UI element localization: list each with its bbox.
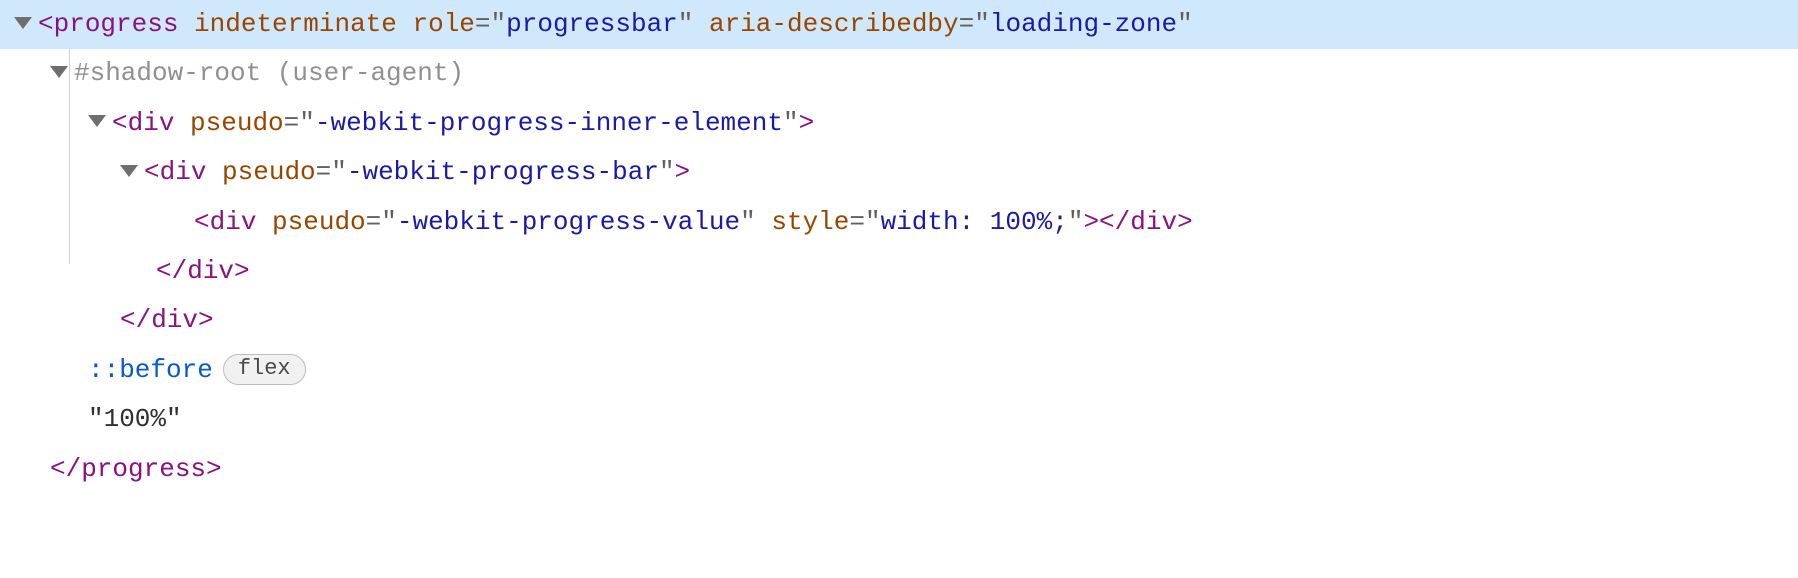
attr-name: pseudo: [272, 198, 366, 247]
tag-name: progress: [54, 0, 179, 49]
attr-name: role: [413, 0, 475, 49]
attr-value: loading-zone: [990, 0, 1177, 49]
dom-node-div-bar[interactable]: <div pseudo="-webkit-progress-bar">: [0, 148, 1798, 197]
disclosure-triangle-icon[interactable]: [88, 115, 106, 127]
attr-name: pseudo: [222, 148, 316, 197]
dom-node-div-inner[interactable]: <div pseudo="-webkit-progress-inner-elem…: [0, 99, 1798, 148]
tag-close: div: [1130, 198, 1177, 247]
tag-name: div: [210, 198, 257, 247]
dom-close-div[interactable]: </div>: [0, 247, 1798, 296]
tag-close: div: [151, 296, 198, 345]
text-node-content: "100%": [88, 395, 182, 444]
dom-node-progress[interactable]: <progress indeterminate role="progressba…: [0, 0, 1798, 49]
disclosure-triangle-icon[interactable]: [14, 17, 32, 29]
attr-name: style: [771, 198, 849, 247]
attr-value: -webkit-progress-bar: [347, 148, 659, 197]
attr-name: aria-describedby: [709, 0, 959, 49]
tag-close: div: [187, 247, 234, 296]
shadow-root-node[interactable]: #shadow-root (user-agent): [0, 49, 1798, 98]
angle-bracket: <: [38, 0, 54, 49]
disclosure-triangle-icon[interactable]: [50, 66, 68, 78]
disclosure-triangle-icon[interactable]: [120, 165, 138, 177]
shadow-root-label: #shadow-root (user-agent): [74, 49, 464, 98]
tag-name: div: [160, 148, 207, 197]
text-node[interactable]: "100%": [0, 395, 1798, 444]
attr-value: -webkit-progress-inner-element: [315, 99, 783, 148]
attr-value: progressbar: [506, 0, 678, 49]
tag-name: div: [128, 99, 175, 148]
attr-value: -webkit-progress-value: [397, 198, 740, 247]
tree-guide-line: [69, 49, 70, 264]
pseudo-before-node[interactable]: ::before flex: [0, 346, 1798, 395]
dom-close-progress[interactable]: </progress>: [0, 445, 1798, 494]
dom-node-div-value[interactable]: <div pseudo="-webkit-progress-value" sty…: [0, 198, 1798, 247]
attr-value: width: 100%;: [881, 198, 1068, 247]
display-badge: flex: [223, 354, 306, 384]
dom-tree-panel: <progress indeterminate role="progressba…: [0, 0, 1798, 494]
attr-name: indeterminate: [194, 0, 397, 49]
dom-close-div[interactable]: </div>: [0, 296, 1798, 345]
pseudo-selector: ::before: [88, 346, 213, 395]
attr-name: pseudo: [190, 99, 284, 148]
tag-close: progress: [81, 445, 206, 494]
